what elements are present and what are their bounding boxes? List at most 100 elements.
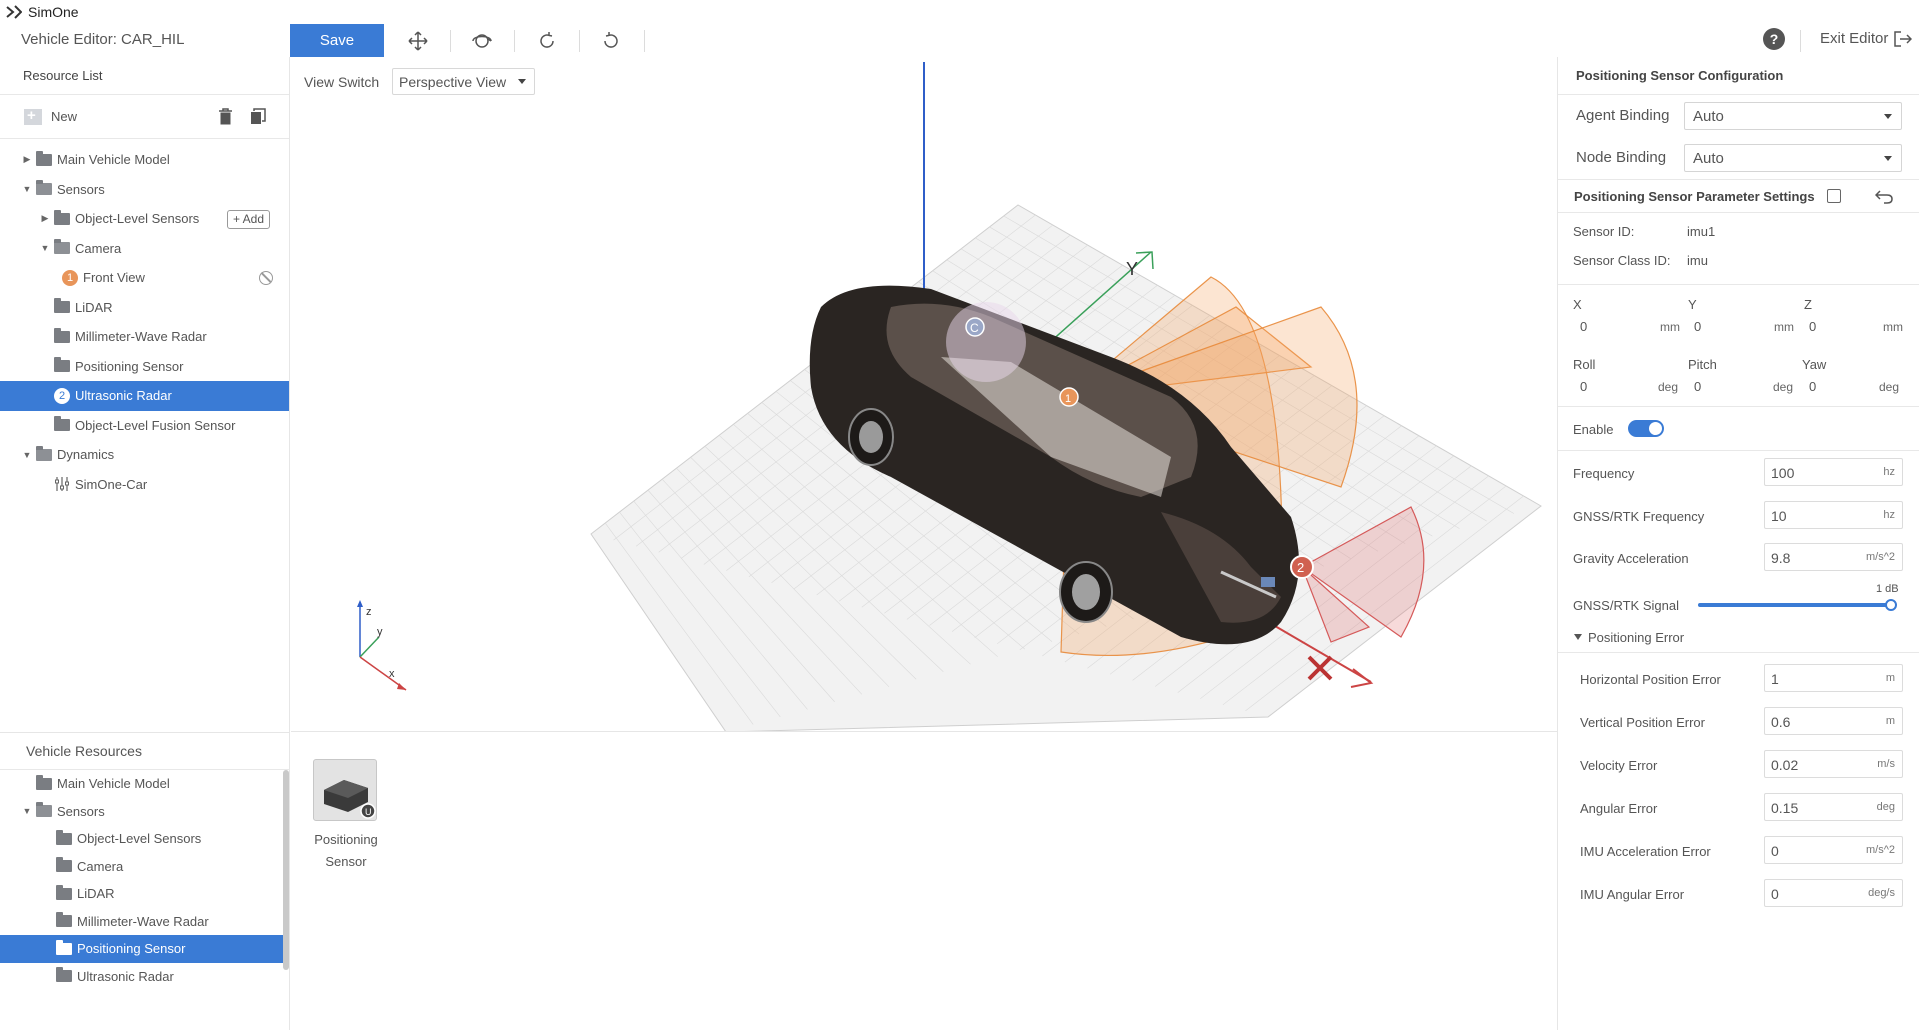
error-param-input[interactable]: 0.6 m	[1764, 706, 1903, 735]
gravity-unit: m/s^2	[1866, 551, 1895, 563]
caret-down-icon[interactable]: ▼	[22, 184, 32, 194]
undo-icon[interactable]	[1875, 188, 1893, 204]
error-param-row: IMU Angular Error 0 deg/s	[1558, 874, 1919, 917]
trash-icon[interactable]	[218, 108, 233, 125]
tree-item[interactable]: LiDAR	[0, 293, 289, 323]
folder-open-icon	[36, 802, 52, 818]
save-button[interactable]: Save	[290, 24, 384, 57]
caret-down-icon[interactable]: ▼	[22, 450, 32, 460]
save-params-icon[interactable]	[1827, 189, 1841, 203]
error-param-input[interactable]: 0 deg/s	[1764, 878, 1903, 907]
tree-item[interactable]: Positioning Sensor	[0, 352, 289, 382]
vehicle-resource-item[interactable]: Object-Level Sensors	[0, 825, 283, 853]
view-mode-select[interactable]: Perspective View	[392, 68, 535, 95]
sensor-class-label: Sensor Class ID:	[1573, 253, 1671, 268]
add-sensor-button[interactable]: + Add	[227, 210, 271, 229]
gnss-signal-slider-thumb[interactable]	[1885, 598, 1897, 611]
new-button[interactable]: New	[51, 109, 77, 124]
svg-text:1: 1	[1065, 393, 1071, 405]
yaw-input[interactable]: 0	[1809, 379, 1816, 394]
caret-down-icon	[1574, 634, 1582, 640]
frequency-unit: hz	[1883, 466, 1895, 478]
main-params: Frequency 100 hz GNSS/RTK Frequency 10 h…	[1558, 450, 1919, 623]
tree-item[interactable]: Object-Level Fusion Sensor	[0, 411, 289, 441]
vehicle-resource-item[interactable]: Millimeter-Wave Radar	[0, 908, 283, 936]
error-param-label: Vertical Position Error	[1580, 714, 1705, 730]
error-param-input[interactable]: 0.15 deg	[1764, 792, 1903, 821]
marker-c[interactable]: C	[965, 317, 985, 337]
x-input[interactable]: 0	[1580, 319, 1587, 334]
svg-text:y: y	[377, 626, 383, 638]
gnss-frequency-value: 10	[1771, 507, 1787, 524]
marker-1[interactable]: 1	[1059, 387, 1079, 407]
chevron-down-icon	[1884, 114, 1892, 119]
rotate-3d-tool-icon[interactable]	[468, 27, 496, 55]
tree-item[interactable]: ▼ Camera	[0, 234, 289, 264]
vehicle-resource-item[interactable]: ▼ Sensors	[0, 798, 283, 826]
tree-item[interactable]: SimOne-Car	[0, 470, 289, 500]
marker-2[interactable]: 2	[1290, 555, 1314, 579]
error-param-value: 1	[1771, 670, 1779, 687]
folder-icon	[56, 912, 72, 928]
agent-binding-select[interactable]: Auto	[1684, 102, 1902, 130]
node-binding-select[interactable]: Auto	[1684, 144, 1902, 172]
error-param-input[interactable]: 1m	[1764, 663, 1903, 692]
caret-right-icon[interactable]: ▶	[22, 154, 32, 165]
tree-item[interactable]: 1 Front View	[0, 263, 289, 293]
agent-binding-value: Auto	[1693, 107, 1724, 125]
sensor-sphere	[946, 302, 1026, 382]
caret-down-icon[interactable]: ▼	[22, 806, 32, 816]
positioning-sensor-tile[interactable]: U	[313, 759, 377, 821]
gnss-signal-slider-track[interactable]	[1698, 602, 1891, 607]
disable-icon[interactable]	[259, 271, 273, 285]
tree-item[interactable]: ▼ Dynamics	[0, 440, 289, 470]
roll-input[interactable]: 0	[1580, 379, 1587, 394]
error-param-input[interactable]: 0.02 m/s	[1764, 749, 1903, 778]
folder-icon	[36, 774, 52, 790]
vehicle-editor-title: Vehicle Editor: CAR_HIL	[21, 31, 185, 48]
rotate-left-icon[interactable]	[597, 27, 625, 55]
tree-item[interactable]: ▶ Main Vehicle Model	[0, 145, 289, 175]
3d-viewport[interactable]: Y C 1 2 z y x View Switch Perspective Vi…	[291, 57, 1557, 732]
folder-icon	[56, 939, 72, 955]
gravity-label: Gravity Acceleration	[1573, 551, 1689, 566]
tree-item-label: Front View	[83, 270, 145, 286]
gnss-frequency-input[interactable]: 10 hz	[1764, 500, 1903, 529]
tree-item[interactable]: ▼ Sensors	[0, 175, 289, 205]
error-param-label: Horizontal Position Error	[1580, 671, 1721, 687]
tree-item[interactable]: 2 Ultrasonic Radar	[0, 381, 289, 411]
move-tool-icon[interactable]	[404, 27, 432, 55]
vehicle-resource-item[interactable]: Main Vehicle Model	[0, 770, 283, 798]
positioning-error-header[interactable]: Positioning Error	[1558, 623, 1919, 653]
tree-item-label: Object-Level Sensors	[75, 211, 200, 227]
new-resource-row: New	[0, 95, 289, 139]
folder-icon	[36, 150, 52, 166]
exit-editor-button[interactable]: Exit Editor	[1820, 30, 1913, 47]
vehicle-resource-item[interactable]: LiDAR	[0, 880, 283, 908]
copy-icon[interactable]	[250, 108, 266, 125]
vehicle-resource-item[interactable]: Positioning Sensor	[0, 935, 283, 963]
help-icon[interactable]: ?	[1763, 28, 1785, 50]
tree-item[interactable]: Millimeter-Wave Radar	[0, 322, 289, 352]
vehicle-resources-scrollbar[interactable]	[283, 770, 289, 970]
tree-item[interactable]: ▶ Object-Level Sensors + Add	[0, 204, 289, 234]
z-input[interactable]: 0	[1809, 319, 1816, 334]
scene-canvas[interactable]: Y C 1 2 z y x	[291, 57, 1557, 732]
chevron-down-icon	[518, 79, 526, 84]
sensor-number-badge: 2	[54, 387, 70, 404]
new-folder-icon[interactable]	[24, 107, 42, 125]
gnss-frequency-row: GNSS/RTK Frequency 10 hz	[1558, 496, 1919, 539]
vehicle-resource-item[interactable]: Ultrasonic Radar	[0, 963, 283, 991]
vehicle-resource-item[interactable]: Camera	[0, 853, 283, 881]
enable-toggle[interactable]	[1628, 420, 1664, 437]
yaw-label: Yaw	[1802, 357, 1827, 372]
y-input[interactable]: 0	[1694, 319, 1701, 334]
error-param-input[interactable]: 0 m/s^2	[1764, 835, 1903, 864]
pitch-input[interactable]: 0	[1694, 379, 1701, 394]
sensor-id-label: Sensor ID:	[1573, 224, 1635, 239]
caret-right-icon[interactable]: ▶	[40, 213, 50, 224]
caret-down-icon[interactable]: ▼	[40, 243, 50, 253]
rotate-right-icon[interactable]	[533, 27, 561, 55]
gravity-input[interactable]: 9.8 m/s^2	[1764, 543, 1903, 571]
frequency-input[interactable]: 100 hz	[1764, 458, 1903, 486]
